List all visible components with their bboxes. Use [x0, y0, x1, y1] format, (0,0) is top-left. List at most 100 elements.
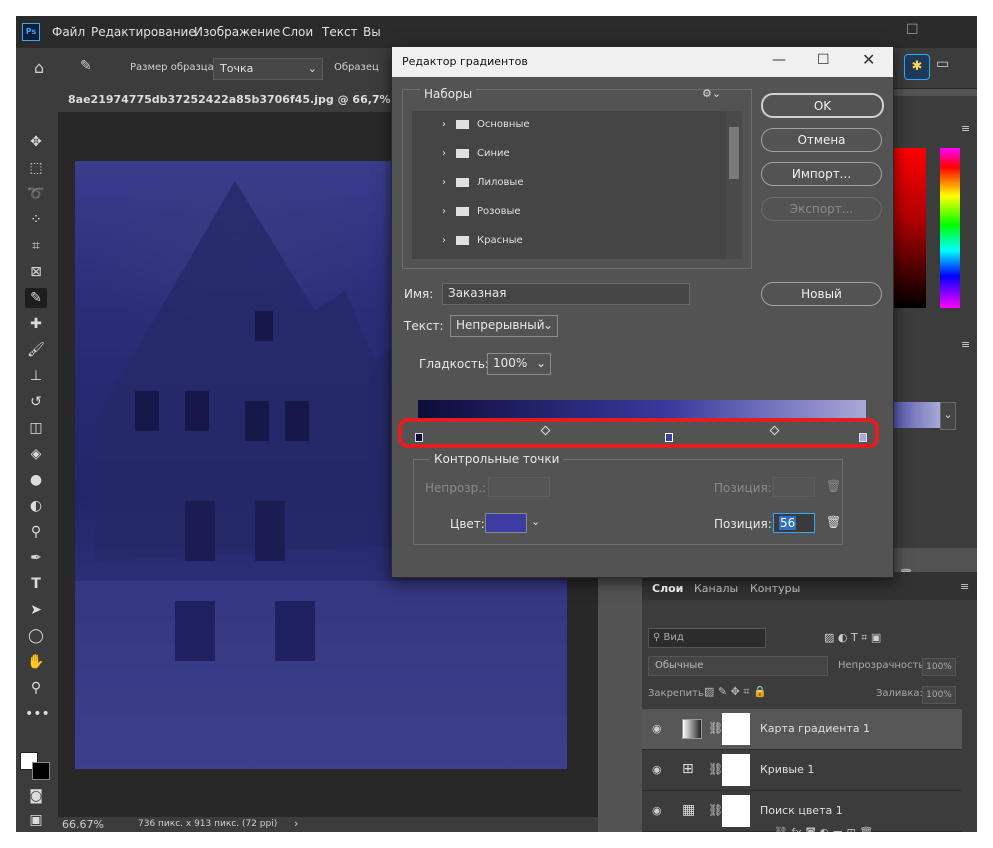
layer-name[interactable]: Кривые 1 [760, 763, 814, 776]
background-color-swatch[interactable] [32, 762, 50, 780]
history-brush-tool-icon[interactable]: ↺ [25, 392, 47, 412]
workspace-icon[interactable]: ▭ [936, 56, 949, 72]
maximize-icon[interactable]: ☐ [817, 52, 830, 68]
screen-mode-icon[interactable]: ▣ [25, 810, 47, 830]
sample-size-select[interactable]: Точка ⌄ [213, 58, 323, 80]
zoom-tool-icon[interactable]: ⚲ [25, 678, 47, 698]
menu-layers[interactable]: Слои [282, 25, 313, 39]
gear-icon[interactable]: ⚙⌄ [702, 87, 721, 100]
presets-list[interactable]: › Основные › Синие › Лиловые › Розовые › Крас… [412, 111, 742, 259]
eye-icon[interactable]: ◉ [652, 722, 662, 735]
quick-select-tool-icon[interactable]: ⁘ [25, 210, 47, 230]
menu-file[interactable]: Файл [52, 25, 85, 39]
layer-mask-thumbnail[interactable] [722, 795, 750, 827]
opacity-input[interactable]: 100% [922, 658, 956, 676]
color-stop-start[interactable] [415, 433, 423, 442]
close-icon[interactable]: ✕ [862, 50, 875, 69]
import-button[interactable]: Импорт... [761, 162, 882, 186]
dialog-titlebar[interactable]: Редактор градиентов — ☐ ✕ [392, 47, 893, 77]
minimize-icon[interactable]: — [772, 52, 786, 68]
cancel-button[interactable]: Отмена [761, 128, 882, 152]
ellipse-tool-icon[interactable]: ◯ [25, 626, 47, 646]
tab-layers[interactable]: Слои [652, 582, 683, 595]
color-stop-selected[interactable] [664, 433, 673, 442]
sponge-tool-icon[interactable]: ⚲ [25, 522, 47, 542]
list-item[interactable]: › Розовые [432, 198, 732, 226]
dodge-tool-icon[interactable]: ◐ [25, 496, 47, 516]
layer-name[interactable]: Поиск цвета 1 [760, 804, 843, 817]
layer-row[interactable]: ◉ ⊞ ⛓ Кривые 1 [642, 750, 962, 791]
scrollbar-thumb[interactable] [729, 127, 739, 179]
chevron-right-icon[interactable]: › [294, 817, 298, 830]
type-tool-icon[interactable]: T [25, 574, 47, 594]
panel-menu-icon[interactable]: ≡ [961, 122, 970, 135]
fill-input[interactable]: 100% [922, 686, 956, 704]
menu-image[interactable]: Изображение [194, 25, 280, 39]
tab-channels[interactable]: Каналы [694, 582, 738, 595]
tab-paths[interactable]: Контуры [750, 582, 800, 595]
filter-pixel-icon[interactable]: ▨ ◐ T ⌗ ▣ [824, 631, 881, 645]
list-item[interactable]: › Лиловые [432, 169, 732, 197]
blur-tool-icon[interactable]: ● [25, 470, 47, 490]
lasso-tool-icon[interactable]: ➰ [25, 184, 47, 204]
link-icon[interactable]: ⛓ [708, 803, 723, 817]
paint-bucket-tool-icon[interactable]: ◈ [25, 444, 47, 464]
home-icon[interactable]: ⌂ [34, 58, 44, 77]
menu-type[interactable]: Текст [322, 25, 358, 39]
eye-icon[interactable]: ◉ [652, 804, 662, 817]
pen-tool-icon[interactable]: ✒ [25, 548, 47, 568]
frame-tool-icon[interactable]: ⊠ [25, 262, 47, 282]
list-item[interactable]: › Основные [432, 111, 732, 139]
panel-menu-icon[interactable]: ≡ [961, 338, 970, 351]
path-select-tool-icon[interactable]: ➤ [25, 600, 47, 620]
move-tool-icon[interactable]: ✥ [25, 132, 47, 152]
eyedropper-tool-icon[interactable]: ✎ [25, 288, 47, 308]
hue-slider[interactable] [940, 148, 960, 308]
presets-scrollbar[interactable] [726, 111, 742, 259]
layer-mask-thumbnail[interactable] [722, 713, 750, 745]
chevron-down-icon[interactable]: ⌄ [940, 402, 956, 430]
layer-actions-icons[interactable]: ⛓ ƒx ◙ ◐ ▬ ⊞ 🗑 [774, 826, 873, 832]
zoom-level[interactable]: 66.67% [62, 818, 104, 831]
layer-mask-thumbnail[interactable] [722, 754, 750, 786]
eraser-tool-icon[interactable]: ◫ [25, 418, 47, 438]
fill-label: Заливка: [876, 688, 923, 699]
link-icon[interactable]: ⛓ [708, 721, 723, 735]
eyedropper-icon[interactable]: ✎ [80, 58, 92, 74]
type-select[interactable]: Непрерывный ⌄ [450, 315, 558, 337]
smoothness-select[interactable]: 100% ⌄ [487, 353, 551, 375]
color-position-field[interactable]: 56 [773, 513, 815, 533]
export-button[interactable]: Экспорт... [761, 197, 882, 221]
healing-brush-tool-icon[interactable]: ✚ [25, 314, 47, 334]
color-stop-end[interactable] [859, 433, 867, 442]
layer-row[interactable]: ◉ ⛓ Карта градиента 1 [642, 709, 962, 750]
blend-mode-select[interactable]: Обычные [648, 656, 828, 676]
crop-tool-icon[interactable]: ⌗ [25, 236, 47, 256]
list-item[interactable]: › Синие [432, 140, 732, 168]
menu-edit[interactable]: Редактирование [91, 25, 196, 39]
layer-search-input[interactable]: ⚲ Вид [648, 628, 766, 648]
hand-tool-icon[interactable]: ✋ [25, 652, 47, 672]
brush-tool-icon[interactable]: 🖌 [25, 340, 47, 360]
panel-menu-icon[interactable]: ≡ [960, 580, 969, 593]
layer-name[interactable]: Карта градиента 1 [760, 722, 870, 735]
delete-icon[interactable]: 🗑 [826, 515, 841, 529]
more-tools-icon[interactable]: ••• [25, 704, 50, 724]
status-bar: 66.67% 736 пикс. x 913 пикс. (72 ppi) › [58, 817, 598, 832]
eye-icon[interactable]: ◉ [652, 763, 662, 776]
ok-button[interactable]: OK [761, 93, 884, 118]
list-item[interactable]: › Красные [432, 227, 732, 255]
quick-mask-icon[interactable]: ◙ [25, 786, 47, 806]
menu-select[interactable]: Вы [363, 25, 381, 39]
stamp-tool-icon[interactable]: ⊥ [25, 366, 47, 386]
gradient-map-icon [682, 719, 702, 739]
name-field[interactable]: Заказная [442, 283, 690, 305]
new-button[interactable]: Новый [761, 282, 882, 306]
chevron-down-icon[interactable]: ⌄ [531, 515, 540, 528]
restore-icon[interactable]: ☐ [906, 22, 919, 38]
lock-icons[interactable]: ▨ ✎ ✥ ⌗ 🔒 [704, 685, 767, 699]
link-icon[interactable]: ⛓ [708, 762, 723, 776]
stop-color-swatch[interactable] [485, 513, 527, 533]
discover-lightbulb-icon[interactable]: ✱ [904, 54, 930, 80]
marquee-tool-icon[interactable]: ⬚ [25, 158, 47, 178]
